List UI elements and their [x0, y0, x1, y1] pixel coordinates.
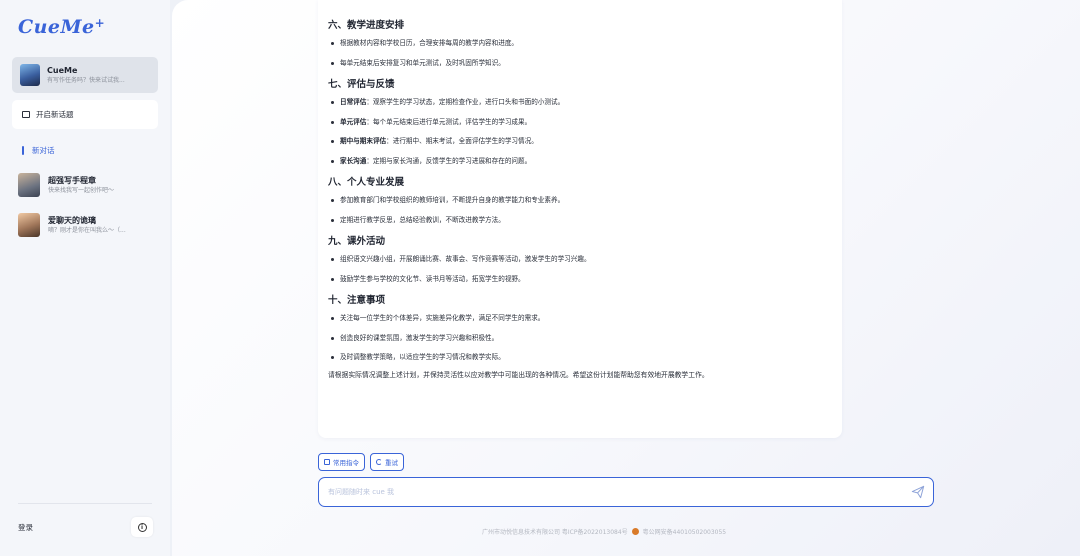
list-item: 关注每一位学生的个体差异，实施差异化教学，满足不同学生的需求。	[328, 313, 832, 333]
logo[interactable]: CueMe+	[18, 16, 105, 38]
icp-text: 广州市动悦信息技术有限公司 粤ICP备2022013084号	[482, 529, 628, 536]
chat-item[interactable]: 爱聊天的诡璃 嘀？刚才是你在叫我么～（...	[18, 213, 164, 237]
list-item: 鼓励学生参与学校的文化节、读书月等活动，拓宽学生的视野。	[328, 274, 832, 294]
list-item-text: 定期进行教学反思，总结经验教训，不断改进教学方法。	[340, 215, 505, 224]
list-item-text: 关注每一位学生的个体差异，实施差异化教学，满足不同学生的需求。	[340, 314, 545, 322]
divider	[18, 503, 152, 504]
section-heading: 十、注意事项	[328, 295, 386, 306]
logo-plus: +	[94, 16, 106, 30]
list-item-text: 根据教材内容和学校日历，合理安排每周的教学内容和进度。	[340, 39, 519, 47]
list-item-term: 单元评估	[340, 117, 367, 126]
retry-button[interactable]: 重试	[370, 453, 404, 471]
sidebar: CueMe+ CueMe 有写作任务吗？快来试试我... 开启新话题 新对话 超…	[0, 0, 170, 556]
list-item-text: 参加教育部门和学校组织的教师培训，不断提升自身的教学能力和专业素养。	[340, 196, 565, 204]
common-commands-button[interactable]: 常用指令	[318, 453, 365, 471]
list-item-term: 期中与期末评估	[340, 137, 387, 145]
list-item-text: ：观察学生的学习状态，定期检查作业，进行口头和书面的小测试。	[366, 98, 565, 106]
assistant-card-cueme[interactable]: CueMe 有写作任务吗？快来试试我...	[12, 57, 158, 93]
info-icon: i	[137, 522, 147, 532]
list-item-term: 日常评估	[340, 98, 367, 106]
list-item: 定期进行教学反思，总结经验教训，不断改进教学方法。	[328, 215, 832, 235]
new-chat-item[interactable]: 新对话	[22, 145, 55, 156]
avatar	[18, 173, 40, 197]
list-item-text: 鼓励学生参与学校的文化节、读书月等活动，拓宽学生的视野。	[340, 274, 525, 283]
assistant-name: CueMe	[47, 66, 78, 75]
list-item-term: 家长沟通	[340, 156, 367, 165]
common-commands-label: 常用指令	[333, 459, 359, 467]
main-panel: 六、教学进度安排根据教材内容和学校日历，合理安排每周的教学内容和进度。 每单元结束…	[172, 0, 1080, 556]
list-item-text: ：定期与家长沟通，反馈学生的学习进展和存在的问题。	[366, 156, 532, 165]
list-item-text: 每单元结束后安排复习和单元测试，及时巩固所学知识。	[340, 58, 505, 67]
chat-name: 爱聊天的诡璃	[48, 216, 96, 225]
police-record-link[interactable]: 粤公网安备44010502003055	[643, 527, 726, 536]
list-item-text: 组织语文兴趣小组，开展朗诵比赛、故事会、写作竞赛等活动，激发学生的学习兴趣。	[340, 255, 591, 263]
new-topic-label: 开启新话题	[36, 110, 74, 119]
list-item-text: 及时调整教学策略，以适应学生的学习情况和教学实际。	[340, 353, 505, 361]
action-row: 常用指令 重试	[318, 453, 404, 471]
list-item-text: ：每个单元结束后进行单元测试，评估学生的学习成果。	[366, 117, 532, 126]
refresh-icon	[376, 459, 382, 465]
assistant-subtitle: 有写作任务吗？快来试试我...	[47, 77, 125, 84]
list-item: 及时调整教学策略，以适应学生的学习情况和教学实际。	[328, 352, 832, 372]
logo-text: CueMe	[18, 16, 95, 38]
chat-name: 超强写手程章	[48, 176, 96, 185]
section-heading: 八、个人专业发展	[328, 177, 405, 188]
section-heading: 九、课外活动	[328, 236, 386, 247]
chat-subtitle: 快来找我写一起创作吧～	[48, 187, 115, 194]
list-item: 日常评估：观察学生的学习状态，定期检查作业，进行口头和书面的小测试。	[328, 97, 832, 117]
list-item: 创造良好的课堂氛围，激发学生的学习兴趣和积极性。	[328, 333, 832, 353]
section-heading: 六、教学进度安排	[328, 20, 405, 31]
send-icon[interactable]	[911, 485, 925, 499]
list-item: 期中与期末评估：进行期中、期末考试，全面评估学生的学习情况。	[328, 136, 832, 156]
list-item: 组织语文兴趣小组，开展朗诵比赛、故事会、写作竞赛等活动，激发学生的学习兴趣。	[328, 254, 832, 274]
avatar	[18, 213, 40, 237]
avatar	[20, 64, 40, 86]
list-item: 单元评估：每个单元结束后进行单元测试，评估学生的学习成果。	[328, 117, 832, 137]
new-topic-button[interactable]: 开启新话题	[12, 100, 158, 129]
new-chat-label: 新对话	[32, 146, 55, 155]
login-link[interactable]: 登录	[18, 522, 33, 533]
list-item: 家长沟通：定期与家长沟通，反馈学生的学习进展和存在的问题。	[328, 156, 832, 176]
message-input-box	[318, 477, 934, 507]
active-indicator	[22, 146, 24, 155]
info-button[interactable]: i	[131, 517, 153, 537]
list-item: 每单元结束后安排复习和单元测试，及时巩固所学知识。	[328, 58, 832, 78]
list-item-text: 创造良好的课堂氛围，激发学生的学习兴趣和积极性。	[340, 333, 499, 342]
chat-item[interactable]: 超强写手程章 快来找我写一起创作吧～	[18, 173, 164, 197]
command-icon	[324, 459, 330, 465]
list-item: 参加教育部门和学校组织的教师培训，不断提升自身的教学能力和专业素养。	[328, 195, 832, 215]
section-heading: 七、评估与反馈	[328, 79, 395, 90]
chat-plus-icon	[22, 111, 30, 118]
message-input[interactable]	[328, 488, 888, 496]
retry-label: 重试	[385, 459, 398, 467]
list-item-text: ：进行期中、期末考试，全面评估学生的学习情况。	[386, 137, 538, 145]
footer: 广州市动悦信息技术有限公司 粤ICP备2022013084号 粤公网安备4401…	[482, 527, 726, 536]
assistant-message: 六、教学进度安排根据教材内容和学校日历，合理安排每周的教学内容和进度。 每单元结束…	[318, 0, 842, 438]
list-item: 根据教材内容和学校日历，合理安排每周的教学内容和进度。	[328, 38, 832, 58]
police-badge-icon	[631, 528, 639, 535]
chat-subtitle: 嘀？刚才是你在叫我么～（...	[48, 227, 126, 234]
